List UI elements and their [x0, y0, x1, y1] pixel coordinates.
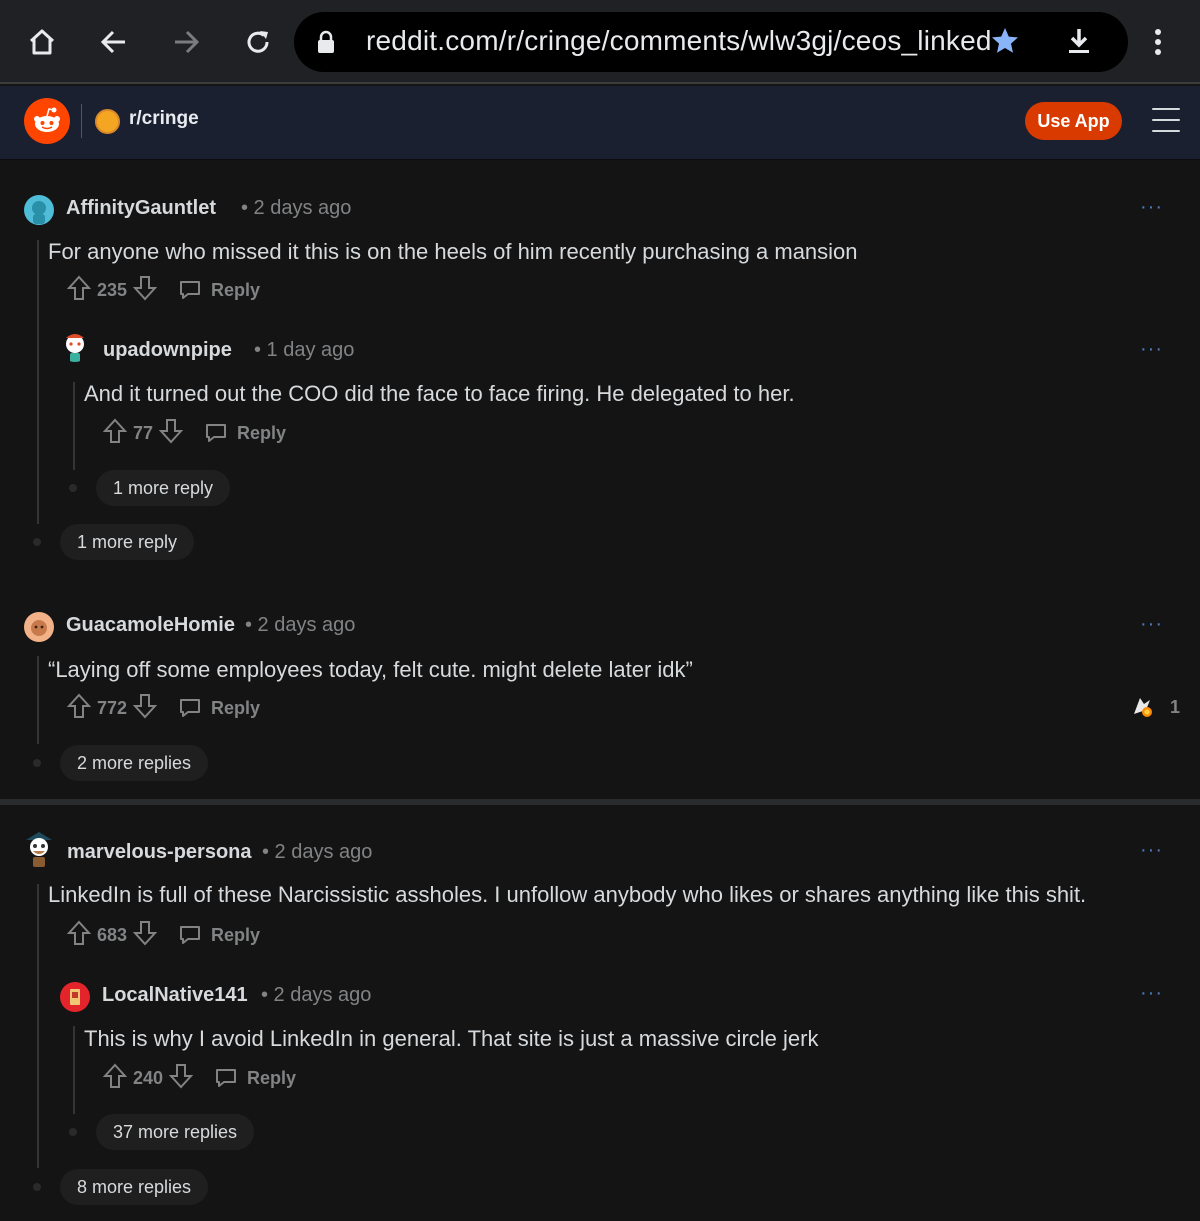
- comment-timestamp: • 2 days ago: [261, 984, 372, 1006]
- thread-bullet: [33, 538, 41, 546]
- reddit-header: r/cringe Use App: [0, 86, 1200, 160]
- reply-button[interactable]: Reply: [215, 1067, 296, 1089]
- reply-label: Reply: [211, 279, 261, 300]
- upvote-icon[interactable]: [66, 920, 92, 951]
- award-badge[interactable]: 1: [1130, 694, 1180, 720]
- thread-bullet: [69, 1128, 77, 1136]
- reply-icon: [180, 699, 201, 717]
- vote-count: 240: [133, 1067, 164, 1088]
- upvote-icon[interactable]: [102, 1063, 128, 1094]
- downvote-icon[interactable]: [132, 920, 158, 951]
- more-replies-button[interactable]: 1 more reply: [60, 524, 195, 560]
- browser-toolbar: reddit.com/r/cringe/comments/wlw3gj/ceos…: [0, 0, 1200, 84]
- upvote-icon[interactable]: [66, 693, 92, 724]
- forward-icon[interactable]: [166, 22, 206, 62]
- url-text[interactable]: reddit.com/r/cringe/comments/wlw3gj/ceos…: [366, 25, 992, 57]
- comment-username[interactable]: upadownpipe: [103, 339, 232, 362]
- comment-more-options-icon[interactable]: ···: [1140, 982, 1163, 1005]
- comment-username[interactable]: GuacamoleHomie: [66, 614, 235, 637]
- address-bar[interactable]: reddit.com/r/cringe/comments/wlw3gj/ceos…: [294, 12, 1128, 72]
- avatar[interactable]: [24, 195, 54, 225]
- vote-count: 77: [133, 422, 154, 443]
- comment-body: “Laying off some employees today, felt c…: [48, 657, 693, 682]
- reply-icon: [180, 281, 201, 299]
- more-replies-button[interactable]: 37 more replies: [96, 1114, 255, 1150]
- back-icon[interactable]: [94, 22, 134, 62]
- comment-actions: 235 Reply: [66, 275, 260, 306]
- upvote-icon[interactable]: [66, 275, 92, 306]
- comment-body: And it turned out the COO did the face t…: [84, 381, 795, 406]
- avatar[interactable]: [60, 332, 90, 362]
- thread-bullet: [69, 484, 77, 492]
- star-icon[interactable]: [990, 26, 1020, 61]
- comment-timestamp: • 1 day ago: [254, 339, 355, 361]
- comment-more-options-icon[interactable]: ···: [1140, 839, 1163, 862]
- downvote-icon[interactable]: [168, 1063, 194, 1094]
- reply-label: Reply: [211, 924, 261, 945]
- comment-timestamp: • 2 days ago: [262, 841, 373, 863]
- reload-icon[interactable]: [238, 22, 278, 62]
- reply-button[interactable]: Reply: [179, 697, 260, 719]
- thread-bullet: [33, 759, 41, 767]
- comment-timestamp: • 2 days ago: [245, 614, 356, 636]
- comment-more-options-icon[interactable]: ···: [1140, 338, 1163, 361]
- download-icon[interactable]: [1064, 26, 1094, 61]
- subreddit-icon[interactable]: [95, 109, 120, 134]
- reply-label: Reply: [211, 697, 261, 718]
- comment-body: For anyone who missed it this is on the …: [48, 239, 858, 264]
- thread-separator: [0, 799, 1200, 805]
- comment-more-options-icon[interactable]: ···: [1140, 613, 1163, 636]
- header-divider: [81, 104, 82, 138]
- vote-count: 235: [97, 279, 128, 300]
- comment-username[interactable]: LocalNative141: [102, 984, 248, 1007]
- comment-actions: 683 Reply: [66, 920, 260, 951]
- avatar[interactable]: [24, 612, 54, 642]
- comment-body: LinkedIn is full of these Narcissistic a…: [48, 882, 1087, 907]
- subreddit-name[interactable]: r/cringe: [129, 108, 199, 130]
- comment-body: This is why I avoid LinkedIn in general.…: [84, 1026, 819, 1051]
- comment-actions: 772 Reply: [66, 693, 260, 724]
- avatar[interactable]: [60, 982, 90, 1012]
- downvote-icon[interactable]: [158, 418, 184, 449]
- vote-count: 683: [97, 924, 128, 945]
- comment-actions: 77 Reply: [102, 418, 286, 449]
- reply-label: Reply: [247, 1067, 297, 1088]
- award-count: 1: [1170, 696, 1181, 717]
- lock-icon: [316, 30, 336, 59]
- thread-line[interactable]: [73, 382, 75, 470]
- browser-menu-icon[interactable]: [1144, 24, 1172, 65]
- vote-count: 772: [97, 697, 128, 718]
- award-icon: [1134, 698, 1152, 717]
- comment-more-options-icon[interactable]: ···: [1140, 196, 1163, 219]
- reply-button[interactable]: Reply: [179, 279, 260, 301]
- hamburger-menu-icon[interactable]: [1152, 108, 1180, 134]
- downvote-icon[interactable]: [132, 693, 158, 724]
- reply-label: Reply: [237, 422, 287, 443]
- reply-icon: [206, 424, 227, 442]
- downvote-icon[interactable]: [132, 275, 158, 306]
- use-app-button[interactable]: Use App: [1025, 102, 1122, 140]
- upvote-icon[interactable]: [102, 418, 128, 449]
- reddit-logo-icon[interactable]: [24, 98, 70, 144]
- reply-button[interactable]: Reply: [179, 924, 260, 946]
- reply-icon: [216, 1069, 237, 1087]
- comment-username[interactable]: AffinityGauntlet: [66, 197, 216, 220]
- comment-username[interactable]: marvelous-persona: [67, 841, 252, 864]
- more-replies-button[interactable]: 2 more replies: [60, 745, 209, 781]
- thread-line[interactable]: [37, 656, 39, 744]
- comment-actions: 240 Reply: [102, 1063, 296, 1094]
- thread-line[interactable]: [37, 240, 39, 524]
- thread-line[interactable]: [37, 884, 39, 1168]
- more-replies-button[interactable]: 1 more reply: [96, 470, 231, 506]
- reply-icon: [180, 926, 201, 944]
- reply-button[interactable]: Reply: [205, 422, 286, 444]
- home-icon[interactable]: [22, 22, 62, 62]
- comment-timestamp: • 2 days ago: [241, 197, 352, 219]
- avatar[interactable]: [22, 830, 56, 870]
- thread-line[interactable]: [73, 1026, 75, 1114]
- thread-bullet: [33, 1183, 41, 1191]
- more-replies-button[interactable]: 8 more replies: [60, 1169, 209, 1205]
